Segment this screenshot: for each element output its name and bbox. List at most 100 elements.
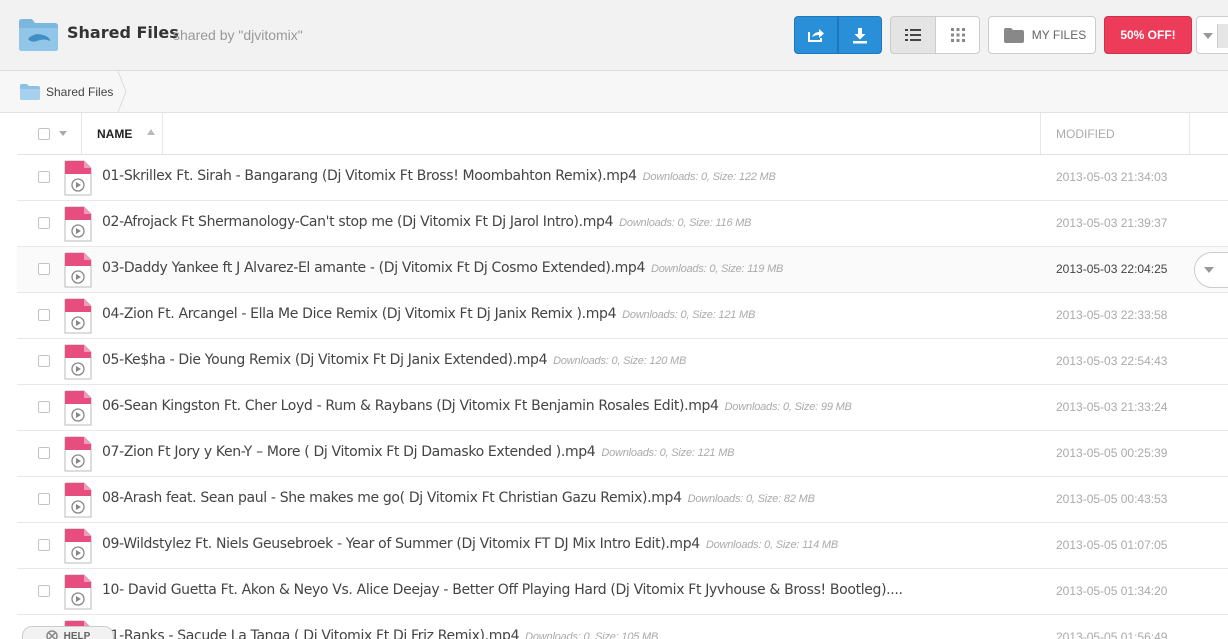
my-files-button[interactable]: MY FILES [988,16,1096,54]
table-row[interactable]: 10- David Guetta Ft. Akon & Neyo Vs. Ali… [17,569,1228,615]
modified-date: 2013-05-03 22:33:58 [1056,308,1168,322]
file-name[interactable]: 11-Ranks - Sacude La Tanga ( Dj Vitomix … [102,628,658,639]
column-divider [162,113,163,154]
download-button[interactable] [838,16,882,54]
share-button[interactable] [794,16,838,54]
video-file-icon [64,574,92,610]
video-file-icon [64,390,92,426]
page-title: Shared Files [67,23,179,42]
help-icon [45,630,58,639]
file-meta: Downloads: 0, Size: 120 MB [553,355,687,367]
user-menu-button[interactable] [1196,16,1228,54]
file-name-text[interactable]: 09-Wildstylez Ft. Niels Geusebroek - Yea… [102,536,700,552]
table-row[interactable]: 08-Arash feat. Sean paul - She makes me … [17,477,1228,523]
video-file-icon [64,436,92,472]
table-row[interactable]: 05-Ke$ha - Die Young Remix (Dj Vitomix F… [17,339,1228,385]
file-name-text[interactable]: 02-Afrojack Ft Shermanology-Can't stop m… [102,214,614,230]
file-name[interactable]: 02-Afrojack Ft Shermanology-Can't stop m… [102,214,751,230]
video-file-icon [64,528,92,564]
file-name-text[interactable]: 07-Zion Ft Jory y Ken-Y – More ( Dj Vito… [102,444,596,460]
row-checkbox[interactable] [38,355,50,367]
grid-view-button[interactable] [935,16,980,54]
row-checkbox[interactable] [38,217,50,229]
modified-date: 2013-05-05 01:56:49 [1056,630,1168,639]
file-name-text[interactable]: 11-Ranks - Sacude La Tanga ( Dj Vitomix … [102,628,519,639]
file-name-text[interactable]: 06-Sean Kingston Ft. Cher Loyd - Rum & R… [102,398,719,414]
modified-date: 2013-05-03 21:39:37 [1056,216,1168,230]
file-name[interactable]: 05-Ke$ha - Die Young Remix (Dj Vitomix F… [102,352,686,368]
column-header-modified[interactable]: MODIFIED [1056,127,1115,141]
help-label: HELP [63,630,91,639]
folder-icon [20,83,40,100]
list-view-button[interactable] [890,16,936,54]
modified-date: 2013-05-03 21:34:03 [1056,170,1168,184]
modified-date: 2013-05-03 22:04:25 [1056,262,1168,276]
my-files-label: MY FILES [1031,28,1087,42]
folder-icon [1003,27,1024,43]
table-row[interactable]: 02-Afrojack Ft Shermanology-Can't stop m… [17,201,1228,247]
row-checkbox[interactable] [38,585,50,597]
table-row[interactable]: 11-Ranks - Sacude La Tanga ( Dj Vitomix … [17,615,1228,639]
modified-date: 2013-05-05 00:25:39 [1056,446,1168,460]
row-checkbox[interactable] [38,171,50,183]
chevron-down-icon [1203,33,1213,39]
video-file-icon [64,344,92,380]
video-file-icon [64,252,92,288]
table-row[interactable]: 06-Sean Kingston Ft. Cher Loyd - Rum & R… [17,385,1228,431]
file-name[interactable]: 09-Wildstylez Ft. Niels Geusebroek - Yea… [102,536,838,552]
column-divider [81,113,82,154]
row-checkbox[interactable] [38,493,50,505]
row-checkbox[interactable] [38,263,50,275]
download-icon [853,27,867,43]
top-header: Shared Files shared by "djvitomix" MY FI… [0,0,1228,71]
file-meta: Downloads: 0, Size: 121 MB [601,447,735,459]
file-name-text[interactable]: 10- David Guetta Ft. Akon & Neyo Vs. Ali… [102,582,902,598]
row-checkbox[interactable] [38,401,50,413]
file-name-text[interactable]: 08-Arash feat. Sean paul - She makes me … [102,490,682,506]
row-actions-button[interactable] [1194,252,1228,288]
table-row[interactable]: 01-Skrillex Ft. Sirah - Bangarang (Dj Vi… [17,155,1228,201]
list-view-icon [905,29,921,41]
column-divider [1040,113,1041,154]
file-meta: Downloads: 0, Size: 122 MB [642,171,776,183]
table-row[interactable]: 07-Zion Ft Jory y Ken-Y – More ( Dj Vito… [17,431,1228,477]
file-name[interactable]: 06-Sean Kingston Ft. Cher Loyd - Rum & R… [102,398,852,414]
column-header-name[interactable]: NAME [97,127,132,141]
breadcrumb-item-shared-files[interactable]: Shared Files [0,71,127,112]
help-button[interactable]: HELP [22,626,114,639]
table-header: NAME MODIFIED [17,113,1228,155]
table-row[interactable]: 03-Daddy Yankee ft J Alvarez-El amante -… [17,247,1228,293]
modified-date: 2013-05-05 01:07:05 [1056,538,1168,552]
sort-ascending-icon[interactable] [147,129,155,135]
sale-button[interactable]: 50% OFF! [1104,16,1192,54]
file-name[interactable]: 04-Zion Ft. Arcangel - Ella Me Dice Remi… [102,306,755,322]
file-name[interactable]: 10- David Guetta Ft. Akon & Neyo Vs. Ali… [102,582,902,598]
file-name[interactable]: 07-Zion Ft Jory y Ken-Y – More ( Dj Vito… [102,444,734,460]
file-name-text[interactable]: 01-Skrillex Ft. Sirah - Bangarang (Dj Vi… [102,168,637,184]
file-name[interactable]: 01-Skrillex Ft. Sirah - Bangarang (Dj Vi… [102,168,776,184]
row-checkbox[interactable] [38,447,50,459]
file-name[interactable]: 08-Arash feat. Sean paul - She makes me … [102,490,815,506]
breadcrumb: Shared Files [0,71,1228,113]
modified-date: 2013-05-03 21:33:24 [1056,400,1168,414]
table-row[interactable]: 04-Zion Ft. Arcangel - Ella Me Dice Remi… [17,293,1228,339]
video-file-icon [64,206,92,242]
select-all-checkbox[interactable] [38,128,50,140]
video-file-icon [64,482,92,518]
shared-by-text: shared by "djvitomix" [173,27,303,43]
file-name-text[interactable]: 04-Zion Ft. Arcangel - Ella Me Dice Remi… [102,306,617,322]
row-checkbox[interactable] [38,539,50,551]
select-dropdown-icon[interactable] [59,131,67,136]
row-checkbox[interactable] [38,309,50,321]
file-name[interactable]: 03-Daddy Yankee ft J Alvarez-El amante -… [102,260,783,276]
file-meta: Downloads: 0, Size: 121 MB [622,309,756,321]
breadcrumb-separator [118,71,127,112]
file-meta: Downloads: 0, Size: 99 MB [724,401,852,413]
file-name-text[interactable]: 03-Daddy Yankee ft J Alvarez-El amante -… [102,260,645,276]
file-meta: Downloads: 0, Size: 116 MB [619,217,752,229]
modified-date: 2013-05-05 00:43:53 [1056,492,1168,506]
share-icon [808,29,824,42]
table-row[interactable]: 09-Wildstylez Ft. Niels Geusebroek - Yea… [17,523,1228,569]
file-name-text[interactable]: 05-Ke$ha - Die Young Remix (Dj Vitomix F… [102,352,547,368]
shared-folder-logo-icon [19,19,58,51]
